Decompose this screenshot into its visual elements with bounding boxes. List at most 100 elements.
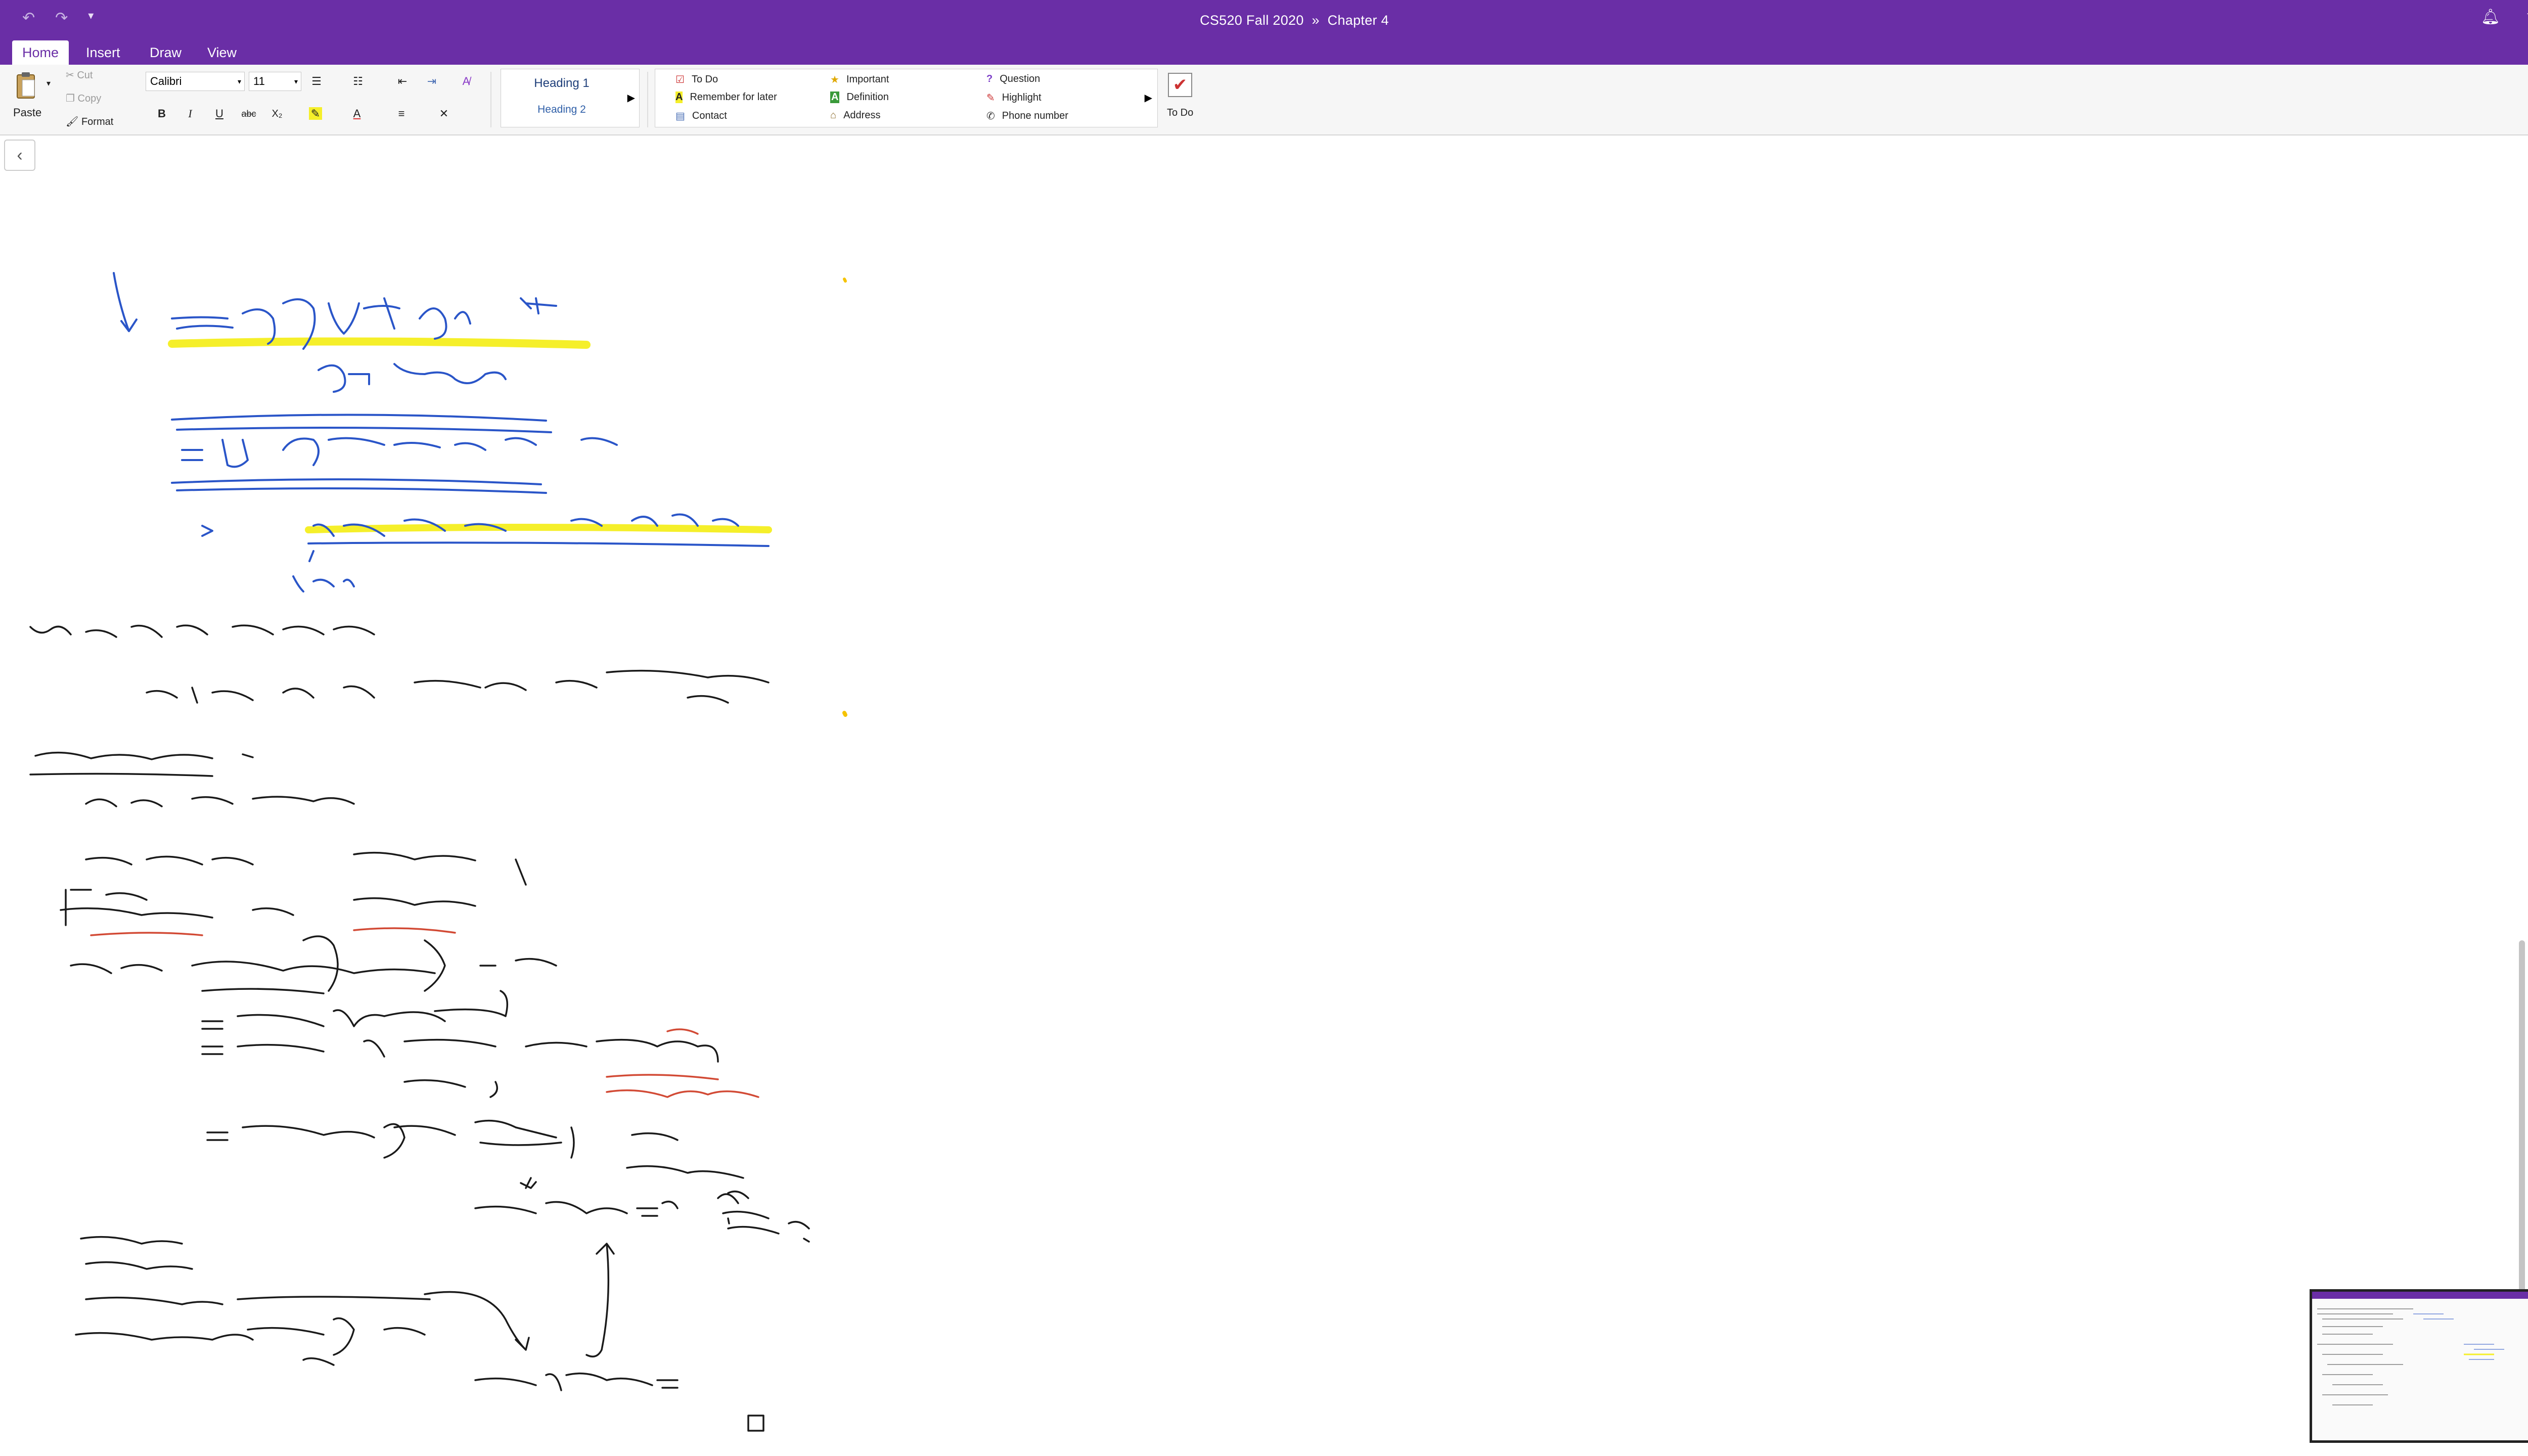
tag-label: Question <box>1000 73 1041 84</box>
window-title: CS520 Fall 2020 » Chapter 4 <box>1200 13 1389 28</box>
align-left-icon: ≡ <box>398 107 405 120</box>
tag-remember[interactable]: A Remember for later <box>675 92 777 103</box>
increase-indent-button[interactable]: ⇥ <box>422 72 442 91</box>
chevron-down-icon: ▾ <box>237 77 241 85</box>
chevron-down-icon: ▾ <box>294 77 298 85</box>
copy-icon: ❐ <box>66 93 78 104</box>
outdent-icon: ⇤ <box>397 75 408 87</box>
phone-icon: ✆ <box>986 111 995 122</box>
subscript-button[interactable]: X₂ <box>267 104 287 123</box>
contact-card-icon: ▤ <box>675 111 685 122</box>
thumbnail-titlebar <box>2312 1292 2528 1299</box>
clipboard-icon <box>15 71 37 100</box>
strikethrough-button[interactable]: abc <box>239 104 259 123</box>
tag-address[interactable]: ⌂ Address <box>830 110 880 121</box>
highlight-color-button[interactable]: ✎ <box>305 104 326 123</box>
font-family-select[interactable]: Calibri ▾ <box>146 72 245 91</box>
house-icon: ⌂ <box>830 110 837 121</box>
title-actions: 🔔︎ ⇪ ⤡ <box>2481 8 2528 26</box>
tag-label: Phone number <box>1002 110 1068 121</box>
font-size-select[interactable]: 11 ▾ <box>249 72 301 91</box>
highlight-stroke <box>168 337 591 349</box>
copy-button[interactable]: ❐ Copy <box>66 92 101 105</box>
font-family-value: Calibri <box>150 75 182 87</box>
tag-phone[interactable]: ✆ Phone number <box>986 110 1068 122</box>
undo-icon[interactable]: ↶ <box>22 9 35 27</box>
tab-insert[interactable]: Insert <box>76 40 130 65</box>
paste-button[interactable]: Paste <box>13 106 41 119</box>
indent-icon: ⇥ <box>427 75 437 87</box>
thumbnail-preview <box>2317 1308 2504 1405</box>
redo-icon[interactable]: ↷ <box>55 9 68 27</box>
tag-todo[interactable]: ☑ To Do <box>675 73 718 86</box>
tab-view[interactable]: View <box>197 40 247 65</box>
question-mark-icon: ? <box>986 73 993 84</box>
cut-label: Cut <box>77 70 93 81</box>
ribbon-home <box>0 65 2528 135</box>
underline-button[interactable]: U <box>209 104 230 123</box>
bell-icon[interactable]: 🔔︎ <box>2481 8 2500 26</box>
font-color-button[interactable]: A <box>347 104 367 123</box>
share-icon[interactable]: ⇪ <box>2524 8 2528 26</box>
ink-blue-derivation <box>113 272 770 593</box>
italic-button[interactable]: I <box>180 104 200 123</box>
tag-label: Highlight <box>1002 92 1042 103</box>
todo-tag-button[interactable]: ✔ <box>1168 73 1192 97</box>
star-icon: ★ <box>830 74 839 85</box>
title-bar: ↶ ↷ ▾ CS520 Fall 2020 » Chapter 4 🔔︎ ⇪ ⤡ <box>0 0 2528 40</box>
numbering-button[interactable]: ☷ <box>348 72 368 91</box>
breadcrumb-separator: » <box>1312 12 1320 28</box>
pen-icon: ✎ <box>986 93 995 104</box>
tag-definition[interactable]: A Definition <box>830 92 889 103</box>
cut-button[interactable]: ✂ Cut <box>66 69 93 81</box>
tag-label: To Do <box>691 74 718 85</box>
tab-home[interactable]: Home <box>12 40 69 65</box>
note-canvas[interactable] <box>0 136 2528 1456</box>
highlighter-a-icon: A <box>675 92 683 103</box>
ribbon-divider <box>647 72 648 127</box>
numbering-icon: ☷ <box>353 75 363 87</box>
bullets-button[interactable]: ☰ <box>306 72 327 91</box>
format-label: Format <box>81 116 114 127</box>
paintbrush-icon: 🖌︎ <box>66 116 81 127</box>
quick-access-toolbar: ↶ ↷ ▾ <box>22 9 94 27</box>
tab-draw[interactable]: Draw <box>140 40 192 65</box>
clear-format-icon: A̸ <box>462 75 470 87</box>
ribbon-tabs: Home Insert Draw View ☺▾ <box>0 40 2528 65</box>
tag-important[interactable]: ★ Important <box>830 73 889 86</box>
tag-highlight[interactable]: ✎ Highlight <box>986 92 1042 104</box>
close-icon: ✕ <box>439 107 449 120</box>
heading1-style[interactable]: Heading 1 <box>501 76 622 90</box>
green-a-icon: A <box>830 92 840 103</box>
tags-gallery: ☑ To Do A Remember for later ▤ Contact ★ Imp… <box>655 69 1158 127</box>
tag-question[interactable]: ? Question <box>986 73 1040 85</box>
tags-more-icon[interactable]: ▶ <box>1145 92 1152 104</box>
todo-tag-label: To Do <box>1167 107 1194 118</box>
styles-gallery: Heading 1 Heading 2 ▶ <box>501 69 640 127</box>
decrease-indent-button[interactable]: ⇤ <box>392 72 413 91</box>
align-button[interactable]: ≡ <box>391 104 412 123</box>
delete-button[interactable]: ✕ <box>434 104 454 123</box>
paste-dropdown-icon[interactable]: ▾ <box>47 78 51 88</box>
vertical-scrollbar[interactable] <box>2519 940 2525 1304</box>
tag-label: Remember for later <box>690 92 777 103</box>
chevron-down-icon[interactable]: ▾ <box>88 9 94 27</box>
section-name: Chapter 4 <box>1327 12 1389 28</box>
styles-more-icon[interactable]: ▶ <box>627 92 635 104</box>
page-thumbnail[interactable] <box>2310 1289 2528 1443</box>
heading2-style[interactable]: Heading 2 <box>501 104 622 116</box>
checkbox-icon: ☑ <box>675 74 685 85</box>
tag-label: Important <box>846 74 889 85</box>
font-size-value: 11 <box>253 75 265 87</box>
clear-formatting-button[interactable]: A̸ <box>456 72 476 91</box>
chevron-left-icon: ‹ <box>17 146 23 165</box>
tag-label: Address <box>843 110 881 121</box>
notebook-name: CS520 Fall 2020 <box>1200 12 1304 28</box>
highlight-stroke <box>305 524 772 533</box>
tag-contact[interactable]: ▤ Contact <box>675 110 727 122</box>
tag-label: Definition <box>846 92 889 103</box>
format-painter-button[interactable]: 🖌︎ Format <box>66 115 113 128</box>
collapse-navigation-button[interactable]: ‹ <box>4 140 35 171</box>
checkmark-icon: ✔ <box>1172 75 1188 95</box>
bold-button[interactable]: B <box>152 104 172 123</box>
